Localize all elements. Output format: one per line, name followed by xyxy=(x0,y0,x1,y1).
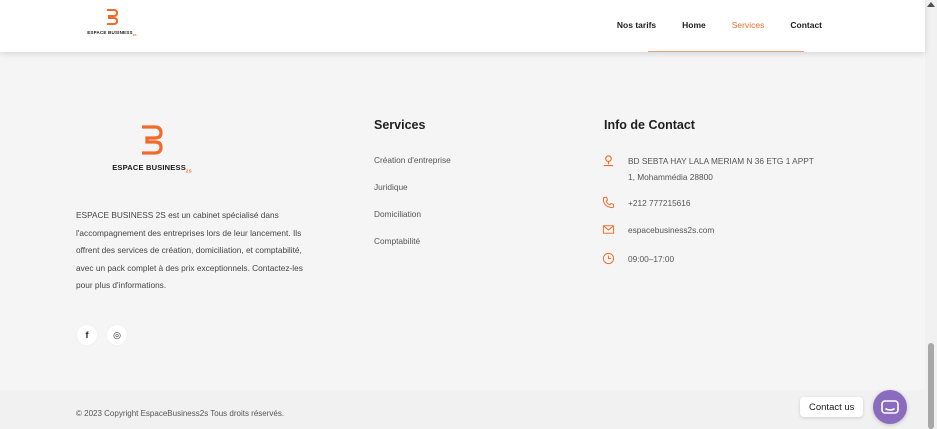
service-link-creation[interactable]: Création d'entreprise xyxy=(374,155,451,165)
logo-mark-icon xyxy=(142,125,163,155)
footer-logo-text: ESPACE BUSINESS xyxy=(112,163,186,172)
contact-title: Info de Contact xyxy=(604,118,695,132)
chat-icon xyxy=(881,400,899,414)
nav-nos-tarifs[interactable]: Nos tarifs xyxy=(617,20,656,30)
header-accent-line xyxy=(648,51,804,52)
mail-icon xyxy=(602,225,615,234)
site-header: ESPACE BUSINESS2S Nos tarifs Home Servic… xyxy=(0,0,925,52)
footer-logo[interactable]: ESPACE BUSINESS2S xyxy=(97,125,207,174)
about-text: ESPACE BUSINESS 2S est un cabinet spécia… xyxy=(76,210,303,291)
nav-contact[interactable]: Contact xyxy=(790,20,822,30)
header-logo-text: ESPACE BUSINESS xyxy=(87,30,133,35)
nav-home[interactable]: Home xyxy=(682,20,706,30)
chat-button[interactable] xyxy=(873,390,907,424)
contact-hours-text: 09:00–17:00 xyxy=(628,254,675,264)
facebook-icon: f xyxy=(85,330,89,340)
service-link-comptabilite[interactable]: Comptabilité xyxy=(374,236,420,246)
contact-email[interactable]: espacebusiness2s.com xyxy=(602,222,818,238)
footer-bottom-bar: © 2023 Copyright EspaceBusiness2s Tous d… xyxy=(0,390,925,429)
scroll-up-arrow-icon[interactable] xyxy=(927,2,935,7)
contact-us-label[interactable]: Contact us xyxy=(800,397,864,417)
contact-email-text: espacebusiness2s.com xyxy=(628,225,715,235)
nav-services[interactable]: Services xyxy=(732,20,765,30)
facebook-link[interactable]: f xyxy=(77,325,97,345)
main-nav: Nos tarifs Home Services Contact xyxy=(591,20,822,30)
contact-phone-text: +212 777215616 xyxy=(628,198,691,208)
copyright-text: © 2023 Copyright EspaceBusiness2s Tous d… xyxy=(76,409,285,418)
header-logo[interactable]: ESPACE BUSINESS2S xyxy=(82,9,142,37)
location-pin-icon xyxy=(603,155,614,167)
services-title: Services xyxy=(374,118,426,132)
contact-hours: 09:00–17:00 xyxy=(602,251,818,267)
instagram-icon: ◎ xyxy=(113,329,121,340)
footer-logo-suffix: 2S xyxy=(185,168,192,174)
scrollbar-thumb[interactable] xyxy=(928,343,934,429)
contact-address: BD SEBTA HAY LALA MERIAM N 36 ETG 1 APPT… xyxy=(602,153,818,185)
service-link-juridique[interactable]: Juridique xyxy=(374,182,408,192)
logo-mark-icon xyxy=(107,9,119,25)
phone-icon xyxy=(602,196,615,209)
clock-icon xyxy=(602,252,615,265)
page-scrollbar[interactable] xyxy=(925,0,937,429)
service-link-domiciliation[interactable]: Domiciliation xyxy=(374,209,421,219)
contact-phone[interactable]: +212 777215616 xyxy=(602,195,818,211)
instagram-link[interactable]: ◎ xyxy=(107,325,127,345)
header-logo-suffix: 2S xyxy=(132,32,137,37)
contact-address-text: BD SEBTA HAY LALA MERIAM N 36 ETG 1 APPT… xyxy=(628,156,814,182)
